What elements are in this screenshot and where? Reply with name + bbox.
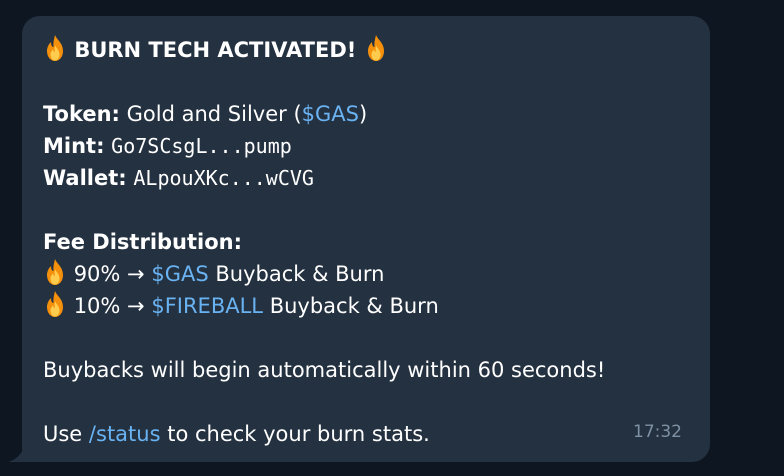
- status-command-link[interactable]: /status: [89, 422, 161, 446]
- fire-icon: [43, 290, 67, 318]
- token-name: Gold and Silver (: [126, 102, 302, 126]
- fee-row: 90% → $GAS Buyback & Burn: [43, 258, 688, 290]
- wallet-label: Wallet:: [43, 166, 127, 190]
- status-suffix: to check your burn stats.: [167, 422, 430, 446]
- message-title-line: BURN TECH ACTIVATED!: [43, 34, 688, 66]
- wallet-line: Wallet: ALpouXKc...wCVG: [43, 162, 688, 194]
- message-title: BURN TECH ACTIVATED!: [74, 38, 357, 62]
- fire-icon: [43, 258, 67, 286]
- token-close: ): [359, 102, 368, 126]
- token-label: Token:: [43, 102, 120, 126]
- token-line: Token: Gold and Silver ($GAS): [43, 98, 688, 130]
- fire-icon: [43, 34, 67, 62]
- status-line: Use /status to check your burn stats.: [43, 418, 688, 450]
- fire-icon: [364, 34, 388, 62]
- fee-ticker-link[interactable]: $FIREBALL: [151, 294, 263, 318]
- mint-value[interactable]: Go7SCsgL...pump: [111, 134, 292, 158]
- bubble-tail: [8, 446, 24, 462]
- fee-percent: 10% →: [73, 294, 145, 318]
- fee-heading: Fee Distribution:: [43, 230, 243, 254]
- fee-row: 10% → $FIREBALL Buyback & Burn: [43, 290, 688, 322]
- fee-ticker-link[interactable]: $GAS: [151, 262, 208, 286]
- mint-line: Mint: Go7SCsgL...pump: [43, 130, 688, 162]
- token-ticker-link[interactable]: $GAS: [302, 102, 359, 126]
- fee-action: Buyback & Burn: [269, 294, 439, 318]
- message-bubble: BURN TECH ACTIVATED! Token: Gold and Sil…: [22, 16, 710, 462]
- status-prefix: Use: [43, 422, 83, 446]
- fee-action: Buyback & Burn: [215, 262, 385, 286]
- message-timestamp: 17:32: [633, 422, 682, 442]
- wallet-value[interactable]: ALpouXKc...wCVG: [133, 166, 314, 190]
- buyback-notice: Buybacks will begin automatically within…: [43, 358, 606, 382]
- mint-label: Mint:: [43, 134, 105, 158]
- fee-percent: 90% →: [73, 262, 145, 286]
